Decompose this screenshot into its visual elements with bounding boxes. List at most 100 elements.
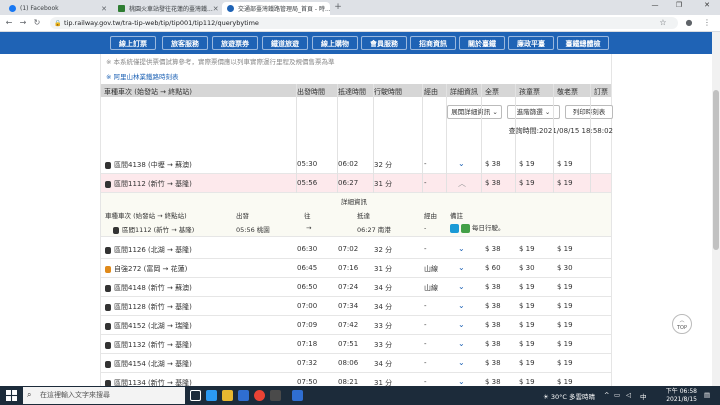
notification-icon[interactable]: ▤ [704,391,710,399]
back-icon[interactable]: ← [4,18,14,27]
train-name[interactable]: 區間4138 (中壢 → 蘇澳) [105,160,192,170]
tab-facebook[interactable]: (1) Facebook ✕ [4,2,112,15]
nav-item-about-tra[interactable]: 關於臺鐵 [459,36,505,50]
full-fare: $ 38 [485,245,501,253]
train-name-label: 區間1126 (北湖 → 基隆) [114,246,192,254]
chevron-down-icon[interactable]: ⌄ [458,358,465,367]
train-name-label: 區間4138 (中壢 → 蘇澳) [114,161,192,169]
nav-item-online-booking[interactable]: 線上訂票 [110,36,156,50]
train-name-label: 區間4154 (北湖 → 基隆) [114,360,192,368]
app-icon[interactable] [270,390,281,401]
network-icon[interactable]: ▭ [614,391,620,399]
detail-note-text: 每日行駛。 [472,224,505,232]
chevron-down-icon[interactable]: ⌄ [458,159,465,168]
duration: 34 分 [374,360,393,368]
chevron-down-icon[interactable]: ⌄ [458,282,465,291]
duration: 31 分 [374,265,393,273]
duration: 34 分 [374,284,393,292]
close-icon[interactable]: ✕ [213,5,219,13]
nav-item-passenger-service[interactable]: 旅客服務 [162,36,208,50]
train-icon [105,322,111,330]
url-field[interactable]: tip.railway.gov.tw/tra-tip-web/tip/tip00… [50,17,678,29]
train-name[interactable]: 區間4148 (新竹 → 蘇澳) [105,283,192,293]
nav-item-member-service[interactable]: 會員服務 [361,36,407,50]
print-timetable-button[interactable]: 列印時刻表 [565,105,613,119]
train-name[interactable]: 區間1126 (北湖 → 基隆) [105,245,192,255]
taskbar-search-box[interactable]: 在這裡輸入文字來搜尋 [23,387,185,404]
nav-item-railway-travel[interactable]: 鐵道旅遊 [262,36,308,50]
full-fare: $ 38 [485,283,501,291]
weather-widget[interactable]: ☀ 30°C 多雲時晴 [543,391,595,401]
full-fare: $ 38 [485,340,501,348]
header-departure: 出發時間 [297,88,325,96]
train-name[interactable]: 區間1112 (新竹 → 基隆) [105,179,192,189]
task-view-icon[interactable] [190,390,201,401]
lock-icon[interactable]: 🔒 [54,20,61,27]
table-row: 區間4148 (新竹 → 蘇澳) 06:50 07:24 34 分 山線 $ 38 $ 19… [101,278,611,297]
profile-icon[interactable]: ● [684,18,694,27]
header-details: 詳細資訊 [450,88,478,96]
duration: 33 分 [374,341,393,349]
query-time: 查詢時間:2021/08/15 18:58:02 [508,127,613,135]
scrollbar-thumb[interactable] [713,90,719,250]
maximize-icon[interactable]: ❐ [670,1,688,9]
nav-item-business-info[interactable]: 招商資訊 [410,36,456,50]
tray-chevron-icon[interactable]: ^ [604,391,609,399]
chevron-up-icon[interactable]: ︿ [458,178,466,189]
via: - [424,321,427,329]
chevron-down-icon[interactable]: ⌄ [458,339,465,348]
train-icon [105,303,111,311]
arrival-time: 07:34 [338,302,359,310]
train-name-label: 區間1112 (新竹 → 基隆) [114,180,192,188]
detail-departure: 05:56 桃園 [236,226,270,234]
file-explorer-icon[interactable] [222,390,233,401]
via: - [424,179,427,187]
train-name[interactable]: 區間1128 (新竹 → 基隆) [105,302,192,312]
forward-icon[interactable]: → [18,18,28,27]
input-language[interactable]: 中 [640,391,647,401]
alishan-timetable-link[interactable]: ※ 阿里山林業鐵路時刻表 [106,73,179,81]
departure-time: 07:18 [297,340,318,348]
arrival-time: 06:27 [338,179,359,187]
tab-train-info[interactable]: 桃園火車站發往花蓮的臺灣鐵... ✕ [113,2,221,15]
back-to-top-button[interactable]: ︿ TOP [672,314,692,334]
duration: 32 分 [374,161,393,169]
close-icon[interactable]: ✕ [101,5,107,13]
chevron-down-icon[interactable]: ⌄ [458,263,465,272]
taskbar: 在這裡輸入文字來搜尋 ⌕ ☀ 30°C 多雲時晴 ^ ▭ ◁ 中 下午 06:5… [0,386,720,405]
window-close-icon[interactable]: ✕ [698,1,716,9]
chrome-active-icon[interactable] [292,390,303,401]
nav-item-travel-tickets[interactable]: 旅遊票券 [212,36,258,50]
nav-item-online-shopping[interactable]: 線上購物 [312,36,358,50]
train-name[interactable]: 區間4154 (北湖 → 基隆) [105,359,192,369]
chevron-down-icon[interactable]: ⌄ [458,244,465,253]
train-name[interactable]: 自強272 (富岡 → 花蓮) [105,264,187,274]
mail-icon[interactable] [238,390,249,401]
train-icon [105,265,111,273]
bookmark-star-icon[interactable]: ☆ [658,18,668,27]
nav-item-inspection[interactable]: 臺鐵總體檢 [557,36,609,50]
menu-icon[interactable]: ⋮ [702,18,712,27]
tab-tra-home[interactable]: 交通部臺灣鐵路管理局_首頁 - 時... ✕ [222,2,330,15]
volume-icon[interactable]: ◁ [626,391,631,399]
new-tab-icon[interactable]: + [333,2,343,12]
chevron-down-icon[interactable]: ⌄ [458,320,465,329]
train-name[interactable]: 區間1132 (新竹 → 基隆) [105,340,192,350]
child-fare: $ 19 [519,321,535,329]
chevron-down-icon[interactable]: ⌄ [458,377,465,386]
full-fare: $ 38 [485,378,501,386]
detail-header-train: 車種車次 (始發站 → 終點站) [105,212,187,220]
train-name[interactable]: 區間4152 (北湖 → 瑞隆) [105,321,192,331]
edge-icon[interactable] [206,390,217,401]
departure-time: 06:30 [297,245,318,253]
detail-via: - [424,224,427,232]
full-fare: $ 38 [485,321,501,329]
windows-start-icon[interactable] [6,390,17,401]
expand-details-button[interactable]: 展開詳細資訊 ⌄ [447,105,502,119]
nav-item-integrity[interactable]: 廉政平臺 [508,36,554,50]
chevron-down-icon[interactable]: ⌄ [458,301,465,310]
chrome-icon[interactable] [254,390,265,401]
minimize-icon[interactable]: — [646,1,664,9]
reload-icon[interactable]: ↻ [32,18,42,27]
taskbar-clock[interactable]: 下午 06:58 2021/8/15 [657,388,697,404]
